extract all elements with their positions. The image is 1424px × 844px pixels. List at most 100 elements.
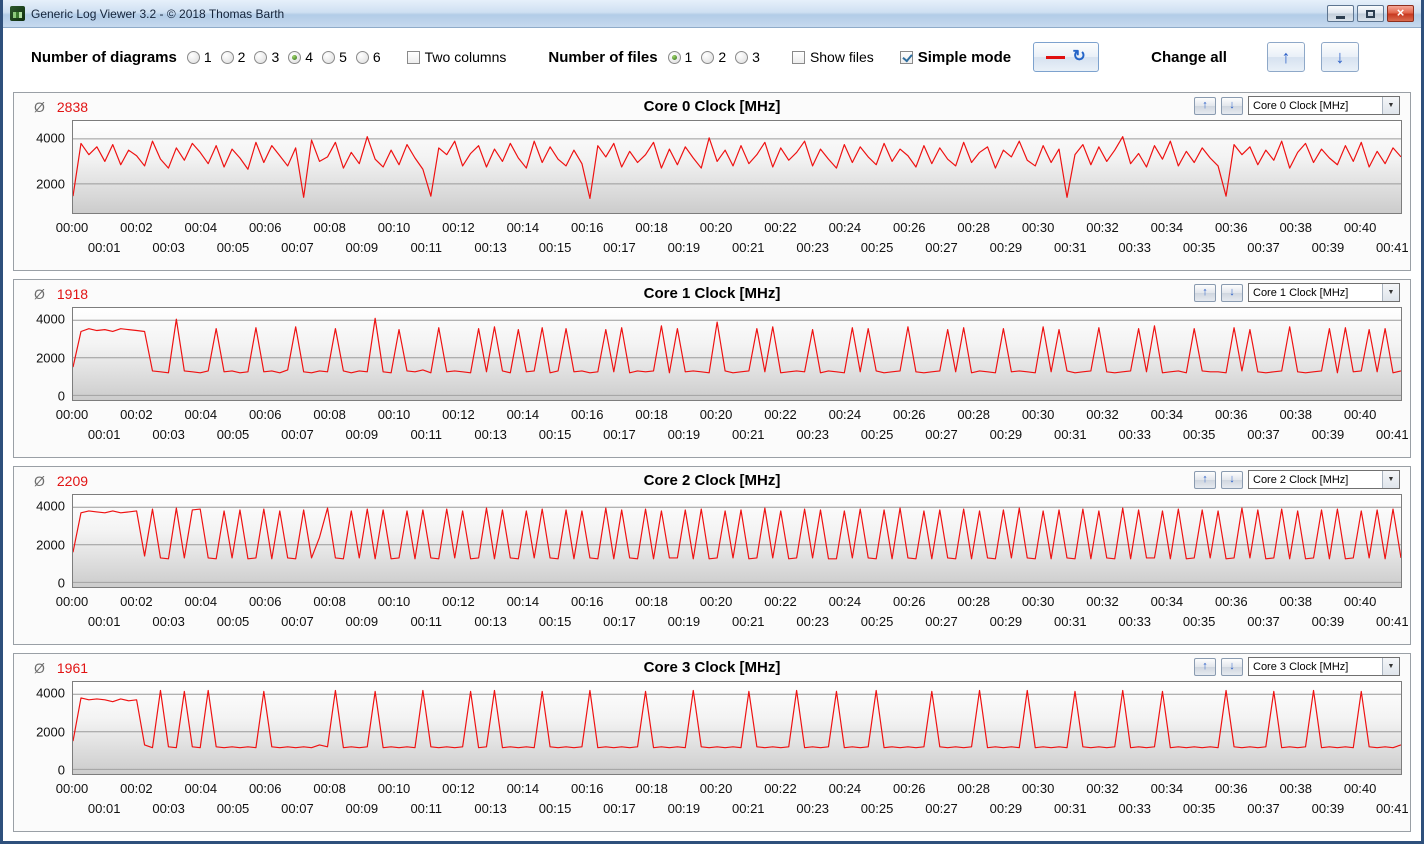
x-tick-label: 00:01 [88,427,121,442]
radio-option-1[interactable]: 1 [668,49,693,65]
x-tick-label: 00:06 [249,220,282,235]
plot-row: 40002000 [22,120,1402,214]
radio-icon [668,51,681,64]
maximize-button[interactable] [1357,5,1384,22]
move-diagram-down-button[interactable]: ↓ [1221,471,1243,489]
x-tick-label: 00:39 [1312,801,1345,816]
panel-controls: ↑ ↓ Core 0 Clock [MHz] ▼ [1194,96,1400,115]
x-axis: 00:0000:0100:0200:0300:0400:0500:0600:07… [72,588,1402,638]
checkbox-icon [900,51,913,64]
x-tick-label: 00:17 [603,801,636,816]
x-tick-label: 00:20 [700,594,733,609]
x-tick-label: 00:26 [893,407,926,422]
x-tick-label: 00:03 [152,240,185,255]
x-tick-label: 00:09 [346,427,379,442]
x-tick-label: 00:00 [56,407,89,422]
move-diagram-down-button[interactable]: ↓ [1221,284,1243,302]
radio-option-3[interactable]: 3 [735,49,760,65]
plot-area[interactable] [72,120,1402,214]
x-tick-label: 00:13 [474,801,507,816]
x-tick-label: 00:30 [1022,220,1055,235]
x-tick-label: 00:08 [313,781,346,796]
radio-option-5[interactable]: 5 [322,49,347,65]
down-arrow-icon: ↓ [1229,661,1235,672]
x-tick-label: 00:09 [346,240,379,255]
radio-option-1[interactable]: 1 [187,49,212,65]
x-tick-label: 00:39 [1312,240,1345,255]
titlebar[interactable]: Generic Log Viewer 3.2 - © 2018 Thomas B… [3,0,1421,28]
change-all-up-button[interactable]: ↑ [1267,42,1305,72]
x-tick-label: 00:19 [668,240,701,255]
show-files-label: Show files [810,49,874,65]
x-tick-label: 00:23 [796,614,829,629]
x-tick-label: 00:24 [829,594,862,609]
x-tick-label: 00:39 [1312,614,1345,629]
x-tick-label: 00:12 [442,220,475,235]
move-diagram-up-button[interactable]: ↑ [1194,658,1216,676]
x-tick-label: 00:09 [346,801,379,816]
x-tick-label: 00:37 [1247,614,1280,629]
line-chart [73,682,1401,774]
move-diagram-down-button[interactable]: ↓ [1221,97,1243,115]
radio-option-6[interactable]: 6 [356,49,381,65]
x-tick-label: 00:28 [957,594,990,609]
x-tick-label: 00:19 [668,801,701,816]
x-tick-label: 00:32 [1086,594,1119,609]
plot-area[interactable] [72,307,1402,401]
radio-option-label: 4 [305,49,313,65]
move-diagram-up-button[interactable]: ↑ [1194,284,1216,302]
x-tick-label: 00:33 [1118,801,1151,816]
two-columns-checkbox[interactable]: Two columns [407,49,507,65]
plot-area[interactable] [72,681,1402,775]
line-style-refresh-button[interactable]: ↻ [1033,42,1099,72]
x-tick-label: 00:12 [442,407,475,422]
x-tick-label: 00:39 [1312,427,1345,442]
simple-mode-checkbox[interactable]: Simple mode [900,49,1011,66]
files-label: Number of files [548,49,657,66]
radio-option-2[interactable]: 2 [221,49,246,65]
x-tick-label: 00:18 [635,594,668,609]
radio-option-4[interactable]: 4 [288,49,313,65]
radio-icon [735,51,748,64]
signal-select-dropdown[interactable]: Core 3 Clock [MHz] ▼ [1248,657,1400,676]
x-tick-label: 00:11 [410,614,442,629]
y-axis: 400020000 [22,494,72,588]
down-arrow-icon: ↓ [1229,287,1235,298]
x-tick-label: 00:03 [152,614,185,629]
y-tick-label: 4000 [36,686,65,701]
panel-header: Ø 1961 Core 3 Clock [MHz] ↑ ↓ Core 3 Clo… [22,656,1402,681]
diagrams-radio-group: 123 45 6 [187,49,381,65]
x-tick-label: 00:28 [957,407,990,422]
move-diagram-up-button[interactable]: ↑ [1194,97,1216,115]
x-tick-label: 00:29 [990,240,1023,255]
radio-option-3[interactable]: 3 [254,49,279,65]
change-all-down-button[interactable]: ↓ [1321,42,1359,72]
minimize-button[interactable] [1327,5,1354,22]
x-tick-label: 00:16 [571,594,604,609]
plot-area[interactable] [72,494,1402,588]
x-tick-label: 00:13 [474,427,507,442]
move-diagram-up-button[interactable]: ↑ [1194,471,1216,489]
x-tick-label: 00:14 [507,220,540,235]
dropdown-arrow-icon: ▼ [1382,658,1399,675]
radio-option-2[interactable]: 2 [701,49,726,65]
x-tick-label: 00:15 [539,240,572,255]
signal-select-dropdown[interactable]: Core 1 Clock [MHz] ▼ [1248,283,1400,302]
x-tick-label: 00:20 [700,220,733,235]
dropdown-arrow-icon: ▼ [1382,97,1399,114]
x-tick-label: 00:13 [474,614,507,629]
panel-controls: ↑ ↓ Core 1 Clock [MHz] ▼ [1194,283,1400,302]
signal-select-dropdown[interactable]: Core 0 Clock [MHz] ▼ [1248,96,1400,115]
checkbox-icon [792,51,805,64]
down-arrow-icon: ↓ [1229,100,1235,111]
chart-panel-core1: Ø 1918 Core 1 Clock [MHz] ↑ ↓ Core 1 Clo… [13,279,1411,458]
x-tick-label: 00:06 [249,594,282,609]
x-tick-label: 00:29 [990,614,1023,629]
radio-option-label: 6 [373,49,381,65]
close-button[interactable]: × [1387,5,1414,22]
x-tick-label: 00:12 [442,781,475,796]
signal-select-dropdown[interactable]: Core 2 Clock [MHz] ▼ [1248,470,1400,489]
x-tick-label: 00:00 [56,594,89,609]
show-files-checkbox[interactable]: Show files [792,49,874,65]
move-diagram-down-button[interactable]: ↓ [1221,658,1243,676]
